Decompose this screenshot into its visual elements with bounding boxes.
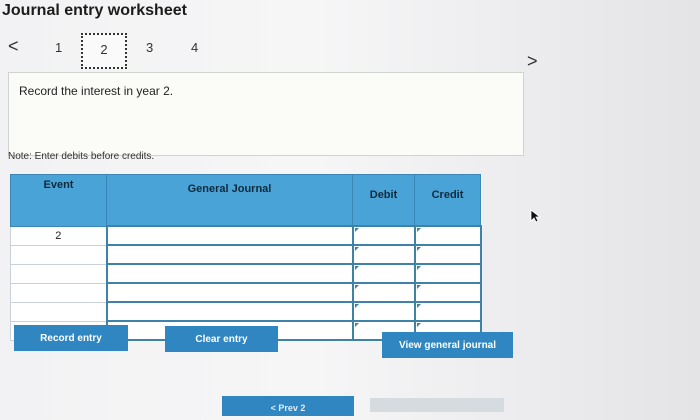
- table-row: [10, 301, 482, 322]
- account-select[interactable]: [105, 225, 354, 246]
- event-cell: [10, 282, 107, 303]
- account-select[interactable]: [105, 282, 354, 303]
- credit-input[interactable]: [413, 282, 482, 303]
- step-1-tab[interactable]: 1: [55, 40, 62, 55]
- step-3-tab[interactable]: 3: [146, 40, 153, 55]
- event-cell: [10, 263, 107, 284]
- account-select[interactable]: [105, 301, 354, 322]
- clear-entry-button[interactable]: Clear entry: [165, 326, 278, 352]
- record-entry-button[interactable]: Record entry: [14, 325, 128, 351]
- event-cell: [10, 244, 107, 265]
- table-row: 2: [10, 225, 482, 246]
- table-header-row: Event General Journal Debit Credit: [10, 174, 481, 227]
- account-select[interactable]: [105, 263, 354, 284]
- journal-table: Event General Journal Debit Credit 2: [10, 174, 482, 341]
- prev-step-button[interactable]: <: [8, 36, 19, 57]
- event-cell: 2: [10, 225, 107, 246]
- note-text: Note: Enter debits before credits.: [8, 151, 155, 162]
- view-general-journal-button[interactable]: View general journal: [382, 332, 513, 358]
- table-row: [10, 282, 482, 303]
- general-journal-column-header: General Journal: [106, 174, 353, 227]
- next-step-button[interactable]: >: [527, 51, 538, 72]
- mouse-pointer-icon: [530, 209, 542, 223]
- debit-input[interactable]: [351, 263, 416, 284]
- debit-column-header: Debit: [352, 174, 415, 227]
- page-title: Journal entry worksheet: [2, 2, 187, 19]
- debit-input[interactable]: [351, 282, 416, 303]
- debit-input[interactable]: [351, 301, 416, 322]
- table-row: [10, 244, 482, 265]
- credit-input[interactable]: [413, 225, 482, 246]
- credit-input[interactable]: [413, 301, 482, 322]
- account-select[interactable]: [105, 244, 354, 265]
- step-2-tab-active[interactable]: 2: [81, 33, 127, 69]
- credit-input[interactable]: [413, 244, 482, 265]
- debit-input[interactable]: [351, 225, 416, 246]
- event-column-header: Event: [10, 174, 107, 227]
- credit-column-header: Credit: [414, 174, 481, 227]
- table-row: [10, 263, 482, 284]
- step-4-tab[interactable]: 4: [191, 40, 198, 55]
- prev-page-button[interactable]: < Prev 2: [222, 396, 354, 416]
- credit-input[interactable]: [413, 263, 482, 284]
- instruction-text: Record the interest in year 2.: [19, 84, 174, 98]
- debit-input[interactable]: [351, 244, 416, 265]
- instruction-box: Record the interest in year 2.: [8, 72, 524, 156]
- event-cell: [10, 301, 107, 322]
